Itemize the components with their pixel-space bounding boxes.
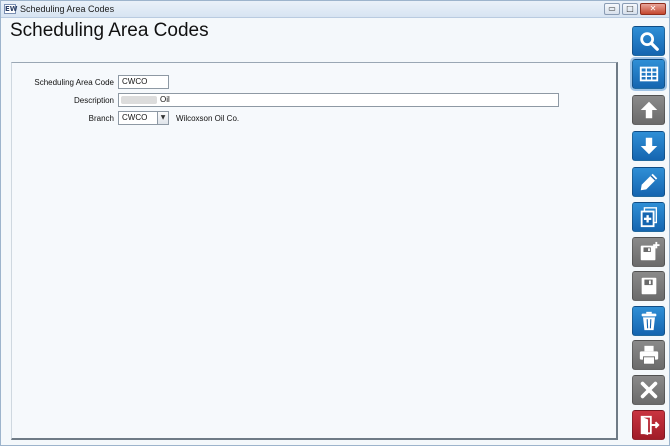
grid-icon bbox=[639, 66, 658, 82]
edit-button[interactable] bbox=[632, 167, 665, 197]
arrow-down-icon bbox=[640, 137, 657, 155]
close-window-button[interactable]: ✕ bbox=[640, 3, 666, 15]
branch-select[interactable]: CWCO ▼ bbox=[118, 111, 169, 125]
branch-row: Branch CWCO ▼ Wilcoxson Oil Co. bbox=[18, 111, 239, 125]
cancel-button[interactable] bbox=[632, 375, 665, 405]
trash-icon bbox=[641, 311, 656, 331]
next-record-button[interactable] bbox=[632, 131, 665, 161]
save-button[interactable] bbox=[632, 271, 665, 301]
app-logo-icon: EW bbox=[4, 4, 18, 14]
previous-record-button[interactable] bbox=[632, 95, 665, 125]
code-label: Scheduling Area Code bbox=[34, 77, 114, 87]
page-title: Scheduling Area Codes bbox=[10, 20, 209, 41]
form-panel: Scheduling Area Code CWCO Description Oi… bbox=[11, 62, 618, 440]
search-icon bbox=[639, 32, 659, 51]
printer-icon bbox=[639, 345, 658, 365]
window-controls: ▭ □ ✕ bbox=[604, 3, 666, 15]
branch-value[interactable]: CWCO bbox=[118, 111, 157, 125]
document-plus-icon bbox=[640, 207, 657, 228]
close-icon bbox=[640, 381, 657, 399]
description-value: Oil bbox=[160, 95, 170, 104]
pencil-icon bbox=[640, 173, 657, 191]
minimize-button[interactable]: ▭ bbox=[604, 3, 620, 15]
title-bar[interactable]: EW Scheduling Area Codes ▭ □ ✕ bbox=[1, 1, 669, 18]
branch-label: Branch bbox=[88, 113, 114, 123]
code-field[interactable]: CWCO bbox=[118, 75, 169, 89]
description-row: Description Oil bbox=[18, 93, 559, 107]
exit-door-icon bbox=[640, 415, 660, 436]
maximize-button[interactable]: □ bbox=[622, 3, 638, 15]
delete-button[interactable] bbox=[632, 306, 665, 336]
chevron-down-icon[interactable]: ▼ bbox=[157, 111, 169, 125]
floppy-plus-icon bbox=[640, 241, 660, 261]
add-new-button[interactable] bbox=[632, 202, 665, 232]
app-window: EW Scheduling Area Codes ▭ □ ✕ Schedulin… bbox=[0, 0, 670, 446]
print-button[interactable] bbox=[632, 340, 665, 370]
branch-name: Wilcoxson Oil Co. bbox=[176, 113, 240, 123]
description-label: Description bbox=[73, 95, 114, 105]
floppy-icon bbox=[641, 277, 656, 295]
save-new-button[interactable] bbox=[632, 237, 665, 267]
search-button[interactable] bbox=[632, 26, 665, 56]
description-field[interactable]: Oil bbox=[118, 93, 559, 107]
exit-button[interactable] bbox=[632, 410, 665, 440]
grid-view-button[interactable] bbox=[630, 57, 667, 91]
arrow-up-icon bbox=[640, 101, 657, 119]
window-title: Scheduling Area Codes bbox=[20, 4, 115, 14]
redacted-text bbox=[121, 96, 157, 104]
code-row: Scheduling Area Code CWCO bbox=[18, 75, 169, 89]
